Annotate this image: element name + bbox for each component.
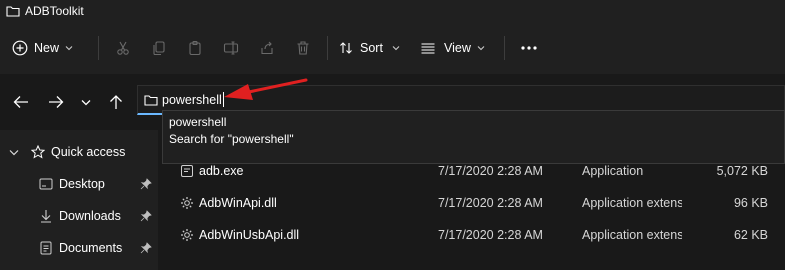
sidebar-item-desktop[interactable]: Desktop xyxy=(0,171,158,197)
chevron-down-icon xyxy=(392,46,400,51)
file-size: 96 KB xyxy=(733,196,768,210)
dll-gear-icon xyxy=(181,197,193,209)
file-name: AdbWinApi.dll xyxy=(199,196,277,210)
chevron-down-icon xyxy=(9,150,19,156)
suggestion-item[interactable]: powershell xyxy=(169,115,226,129)
file-size: 62 KB xyxy=(733,228,768,242)
sidebar-item-label: Downloads xyxy=(59,209,121,223)
view-label: View xyxy=(444,41,471,55)
window-title: ADBToolkit xyxy=(25,4,84,18)
sort-icon xyxy=(340,42,352,54)
new-button[interactable]: New xyxy=(12,32,92,64)
file-date: 7/17/2020 2:28 AM xyxy=(438,228,543,242)
share-button[interactable] xyxy=(249,32,285,64)
star-icon xyxy=(31,145,45,159)
exe-icon xyxy=(181,165,193,177)
download-icon xyxy=(41,210,51,223)
view-button[interactable]: View xyxy=(416,32,498,64)
file-name: AdbWinUsbApi.dll xyxy=(199,228,300,242)
sidebar-item-quick-access[interactable]: Quick access xyxy=(0,139,158,165)
file-row[interactable]: AdbWinApi.dll 7/17/2020 2:28 AM Applicat… xyxy=(158,189,785,217)
title-bar: ADBToolkit xyxy=(0,0,785,22)
sort-button[interactable]: Sort xyxy=(334,32,416,64)
address-suggestions-dropdown: powershell Search for "powershell" xyxy=(162,110,785,164)
file-size: 5,072 KB xyxy=(716,164,768,178)
file-type: Application extension xyxy=(582,196,682,210)
chevron-down-icon xyxy=(65,46,73,51)
toolbar-divider xyxy=(504,36,505,60)
dll-gear-icon xyxy=(181,229,193,241)
search-suggestion-item[interactable]: Search for "powershell" xyxy=(169,132,294,146)
recent-locations-button[interactable] xyxy=(76,93,96,111)
sidebar-item-label: Documents xyxy=(59,241,123,255)
chevron-down-icon xyxy=(477,46,485,51)
copy-icon xyxy=(153,41,165,56)
sidebar-item-label: Quick access xyxy=(51,145,126,159)
back-button[interactable] xyxy=(11,93,31,111)
up-button[interactable] xyxy=(106,93,126,111)
copy-button[interactable] xyxy=(141,32,177,64)
pin-icon[interactable] xyxy=(140,178,152,190)
sidebar-item-label: Desktop xyxy=(59,177,105,191)
navigation-pane: Quick access Desktop Downloads Documents xyxy=(0,130,158,270)
view-icon xyxy=(421,43,435,54)
rename-button[interactable] xyxy=(213,32,249,64)
paste-button[interactable] xyxy=(177,32,213,64)
delete-icon xyxy=(297,41,309,55)
cut-icon xyxy=(117,41,129,55)
paste-icon xyxy=(189,40,201,56)
toolbar-divider xyxy=(98,36,99,60)
file-row[interactable]: AdbWinUsbApi.dll 7/17/2020 2:28 AM Appli… xyxy=(158,221,785,249)
desktop-icon xyxy=(39,178,53,190)
chevron-down-icon xyxy=(81,99,91,105)
more-icon xyxy=(521,46,537,50)
arrow-left-icon xyxy=(13,96,28,108)
file-type: Application xyxy=(582,164,644,178)
pin-icon[interactable] xyxy=(140,242,152,254)
cut-button[interactable] xyxy=(105,32,141,64)
arrow-right-icon xyxy=(49,96,64,108)
document-icon xyxy=(40,241,52,255)
new-plus-icon xyxy=(12,40,28,56)
sort-label: Sort xyxy=(360,41,383,55)
forward-button[interactable] xyxy=(46,93,66,111)
more-options-button[interactable] xyxy=(511,32,547,64)
command-bar: New Sort View xyxy=(0,22,785,74)
new-label: New xyxy=(34,41,60,55)
sidebar-item-documents[interactable]: Documents xyxy=(0,235,158,261)
address-input-text[interactable]: powershell xyxy=(162,93,222,107)
toolbar-divider xyxy=(327,36,328,60)
delete-button[interactable] xyxy=(285,32,321,64)
annotation-arrow-icon xyxy=(224,78,308,100)
rename-icon xyxy=(223,41,239,55)
sidebar-item-downloads[interactable]: Downloads xyxy=(0,203,158,229)
file-date: 7/17/2020 2:28 AM xyxy=(438,196,543,210)
file-date: 7/17/2020 2:28 AM xyxy=(438,164,543,178)
pin-icon[interactable] xyxy=(140,210,152,222)
file-type: Application extension xyxy=(582,228,682,242)
folder-icon xyxy=(6,6,20,17)
arrow-up-icon xyxy=(110,95,122,109)
folder-icon xyxy=(144,94,158,106)
file-name: adb.exe xyxy=(199,164,244,178)
share-icon xyxy=(261,41,273,55)
